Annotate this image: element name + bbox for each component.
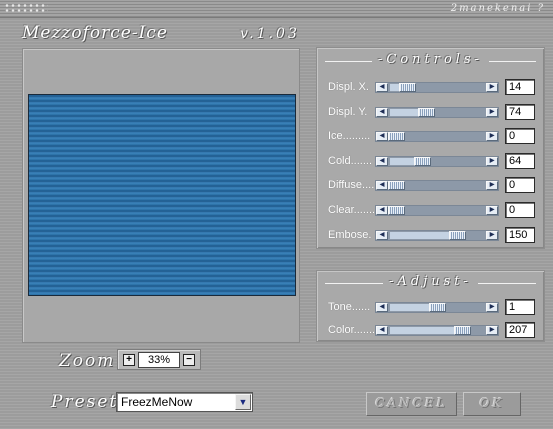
slider-row: Color....... ◀ ▶ 207 bbox=[317, 321, 544, 339]
slider-value-field[interactable]: 74 bbox=[505, 103, 535, 120]
slider-thumb[interactable] bbox=[388, 132, 405, 142]
slider-value-field[interactable]: 0 bbox=[505, 177, 535, 194]
controls-title: -Controls- bbox=[317, 52, 544, 67]
preview-panel bbox=[22, 48, 300, 343]
slider-label: Cold....... bbox=[328, 154, 373, 167]
zoom-out-button[interactable]: − bbox=[183, 354, 195, 366]
slider-row: Ice......... ◀ ▶ 0 bbox=[317, 127, 544, 145]
slider-label: Tone...... bbox=[328, 301, 371, 313]
arrow-left-icon[interactable]: ◀ bbox=[376, 303, 388, 312]
zoom-label: Zoom bbox=[59, 351, 116, 371]
arrow-left-icon[interactable]: ◀ bbox=[376, 107, 388, 117]
adjust-title: -Adjust- bbox=[317, 274, 544, 289]
slider-track[interactable]: ◀ ▶ bbox=[375, 155, 499, 167]
version-label: v.1.03 bbox=[240, 26, 300, 42]
zoom-control: + 33% − bbox=[117, 349, 201, 370]
slider-track[interactable]: ◀ ▶ bbox=[375, 325, 499, 336]
slider-label: Clear....... bbox=[328, 204, 376, 216]
zoom-in-button[interactable]: + bbox=[123, 354, 135, 366]
slider-track[interactable]: ◀ ▶ bbox=[375, 229, 499, 241]
slider-fill bbox=[390, 231, 451, 239]
slider-label: Color....... bbox=[328, 324, 376, 336]
slider-thumb[interactable] bbox=[414, 156, 431, 166]
adjust-panel: -Adjust- Tone...... ◀ ▶ 1 Color....... ◀ ▶ 207 bbox=[316, 270, 545, 342]
slider-value-field[interactable]: 0 bbox=[505, 202, 535, 218]
app-title: Mezzoforce-Ice bbox=[22, 23, 168, 43]
slider-row: Displ. X. ◀ ▶ 14 bbox=[317, 78, 544, 96]
arrow-left-icon[interactable]: ◀ bbox=[376, 230, 388, 240]
slider-row: Cold....... ◀ ▶ 64 bbox=[317, 152, 544, 170]
slider-fill bbox=[390, 327, 456, 334]
drag-handle-icon[interactable] bbox=[4, 3, 48, 13]
arrow-right-icon[interactable]: ▶ bbox=[486, 132, 498, 142]
ok-button[interactable]: OK bbox=[463, 392, 521, 416]
arrow-right-icon[interactable]: ▶ bbox=[486, 181, 498, 191]
slider-value-field[interactable]: 150 bbox=[505, 226, 535, 243]
slider-label: Diffuse.... bbox=[328, 179, 375, 192]
zoom-value: 33% bbox=[138, 352, 180, 368]
slider-label: Ice......... bbox=[328, 130, 371, 143]
slider-track[interactable]: ◀ ▶ bbox=[375, 106, 499, 118]
arrow-right-icon[interactable]: ▶ bbox=[486, 303, 498, 312]
slider-track[interactable]: ◀ ▶ bbox=[375, 82, 499, 93]
arrow-left-icon[interactable]: ◀ bbox=[376, 326, 388, 335]
slider-value-field[interactable]: 0 bbox=[505, 128, 535, 145]
slider-label: Displ. X. bbox=[328, 81, 369, 93]
chevron-down-icon[interactable]: ▼ bbox=[235, 394, 251, 410]
slider-track[interactable]: ◀ ▶ bbox=[375, 302, 499, 313]
slider-value-field[interactable]: 207 bbox=[505, 322, 535, 338]
brand-label: 2manekenai ? bbox=[450, 3, 545, 14]
preview-image[interactable] bbox=[28, 94, 296, 296]
slider-track[interactable]: ◀ ▶ bbox=[375, 205, 499, 216]
slider-fill bbox=[390, 157, 416, 165]
slider-track[interactable]: ◀ ▶ bbox=[375, 180, 499, 192]
slider-row: Clear....... ◀ ▶ 0 bbox=[317, 201, 544, 219]
slider-thumb[interactable] bbox=[418, 107, 435, 117]
cancel-button[interactable]: CANCEL bbox=[366, 392, 457, 416]
slider-thumb[interactable] bbox=[388, 181, 405, 191]
slider-thumb[interactable] bbox=[388, 206, 405, 215]
slider-thumb[interactable] bbox=[399, 83, 416, 92]
slider-fill bbox=[390, 108, 420, 116]
arrow-right-icon[interactable]: ▶ bbox=[486, 156, 498, 166]
arrow-right-icon[interactable]: ▶ bbox=[486, 206, 498, 215]
slider-row: Diffuse.... ◀ ▶ 0 bbox=[317, 176, 544, 194]
title-bar[interactable]: 2manekenai ? bbox=[0, 0, 553, 18]
slider-row: Embose. ◀ ▶ 150 bbox=[317, 226, 544, 244]
slider-value-field[interactable]: 64 bbox=[505, 152, 535, 169]
preset-selected-value: FreezMeNow bbox=[121, 395, 193, 409]
arrow-left-icon[interactable]: ◀ bbox=[376, 156, 388, 166]
slider-row: Displ. Y. ◀ ▶ 74 bbox=[317, 103, 544, 121]
slider-label: Embose. bbox=[328, 228, 372, 241]
controls-panel: -Controls- Displ. X. ◀ ▶ 14 Displ. Y. ◀ ▶ 74 Ice… bbox=[316, 47, 545, 249]
slider-thumb[interactable] bbox=[454, 326, 471, 335]
slider-label: Displ. Y. bbox=[328, 105, 368, 118]
arrow-left-icon[interactable]: ◀ bbox=[376, 181, 388, 191]
preset-label: Preset bbox=[51, 392, 119, 412]
preset-select[interactable]: FreezMeNow ▼ bbox=[116, 392, 253, 412]
arrow-left-icon[interactable]: ◀ bbox=[376, 83, 388, 92]
arrow-right-icon[interactable]: ▶ bbox=[486, 326, 498, 335]
slider-value-field[interactable]: 14 bbox=[505, 79, 535, 95]
arrow-left-icon[interactable]: ◀ bbox=[376, 132, 388, 142]
arrow-right-icon[interactable]: ▶ bbox=[486, 83, 498, 92]
slider-value-field[interactable]: 1 bbox=[505, 299, 535, 315]
arrow-right-icon[interactable]: ▶ bbox=[486, 107, 498, 117]
slider-thumb[interactable] bbox=[429, 303, 446, 312]
slider-track[interactable]: ◀ ▶ bbox=[375, 131, 499, 143]
slider-thumb[interactable] bbox=[449, 230, 466, 240]
arrow-left-icon[interactable]: ◀ bbox=[376, 206, 388, 215]
arrow-right-icon[interactable]: ▶ bbox=[486, 230, 498, 240]
slider-fill bbox=[390, 304, 431, 311]
slider-row: Tone...... ◀ ▶ 1 bbox=[317, 298, 544, 316]
